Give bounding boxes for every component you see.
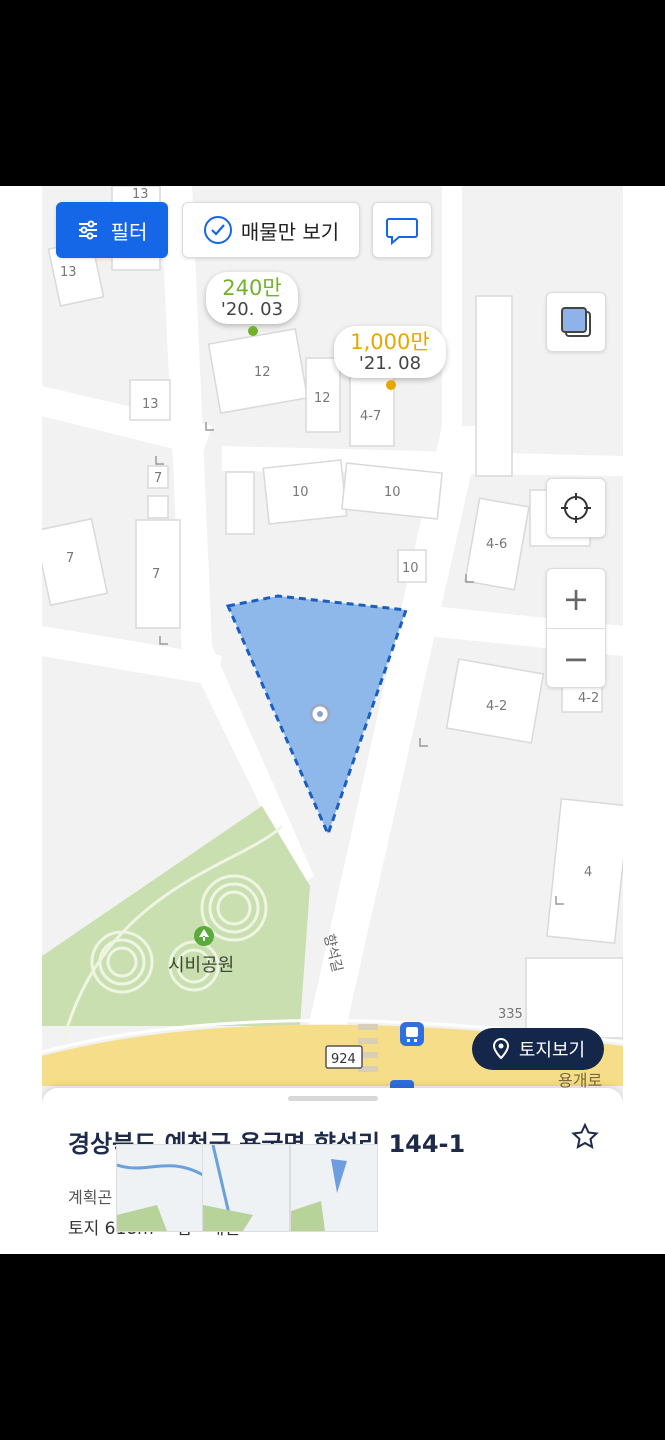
plan-label: 계획곤 (68, 1188, 113, 1207)
building-label-4-6: 4-6 (486, 537, 507, 552)
listing-only-toggle[interactable]: 매물만 보기 (182, 202, 360, 258)
filter-button[interactable]: 필터 (56, 202, 168, 258)
price-tag-1-pin (248, 326, 258, 336)
layers-button[interactable] (546, 292, 606, 352)
sheet-handle[interactable] (288, 1096, 378, 1101)
price-tag-2[interactable]: 1,000만 '21. 08 (334, 326, 446, 378)
building-label-10b: 10 (384, 485, 401, 500)
zoom-control: + − (546, 568, 606, 688)
thumbnail-1[interactable] (116, 1144, 204, 1232)
bus-icon (400, 1022, 424, 1046)
filter-icon (78, 220, 97, 240)
price-tag-2-price: 1,000만 (350, 330, 430, 354)
bottom-sheet[interactable]: 경상북도 예천군 용궁면 향석리 144-1 계획곤 토지 618m² · 답 … (42, 1088, 623, 1254)
price-tag-2-pin (386, 380, 396, 390)
listing-only-label: 매물만 보기 (240, 219, 340, 244)
my-location-button[interactable] (546, 478, 606, 538)
building-label-4-2a: 4-2 (486, 699, 507, 714)
thumbnail-2[interactable] (202, 1144, 290, 1232)
minus-icon: − (562, 639, 590, 678)
building-label-10c: 10 (402, 561, 419, 576)
building-label-335: 335 (498, 1007, 523, 1022)
check-circle-icon (203, 216, 232, 244)
building-label-13b: 13 (60, 265, 77, 280)
map-screen: 13 13 13 12 12 4-7 7 7 7 10 10 10 4-6 4-… (42, 186, 623, 1254)
land-view-button[interactable]: 토지보기 (472, 1028, 604, 1070)
crosshair-icon (561, 493, 591, 523)
layers-icon (561, 307, 591, 337)
thumbnail-strip[interactable] (116, 1144, 378, 1236)
star-icon[interactable] (570, 1122, 600, 1152)
plus-icon: + (562, 579, 590, 618)
price-tag-1-price: 240만 (222, 276, 282, 300)
price-tag-1[interactable]: 240만 '20. 03 (206, 272, 298, 324)
zoom-out-button[interactable]: − (547, 628, 605, 688)
land-view-label: 토지보기 (518, 1040, 586, 1061)
chat-button[interactable] (372, 202, 432, 258)
building-label-4-2b: 4-2 (578, 691, 599, 706)
building-label-12a: 12 (254, 365, 271, 380)
chat-icon (386, 218, 418, 245)
building-label-7c: 7 (152, 567, 160, 582)
price-tag-2-date: '21. 08 (358, 353, 422, 374)
thumbnail-3[interactable] (290, 1144, 378, 1232)
building-label-13a: 13 (132, 187, 149, 202)
filter-label: 필터 (110, 219, 148, 244)
zoom-in-button[interactable]: + (547, 569, 605, 628)
building-label-7b: 7 (66, 551, 74, 566)
building-label-13c: 13 (142, 397, 159, 412)
route-number: 924 (331, 1052, 356, 1067)
park-name: 시비공원 (168, 955, 234, 976)
pin-icon (492, 1038, 509, 1060)
price-tag-1-date: '20. 03 (220, 299, 284, 320)
building-label-12b: 12 (314, 391, 331, 406)
building-label-7a: 7 (154, 471, 162, 486)
building-label-10a: 10 (292, 485, 309, 500)
building-label-4-7: 4-7 (360, 409, 381, 424)
building-label-4: 4 (584, 865, 592, 880)
